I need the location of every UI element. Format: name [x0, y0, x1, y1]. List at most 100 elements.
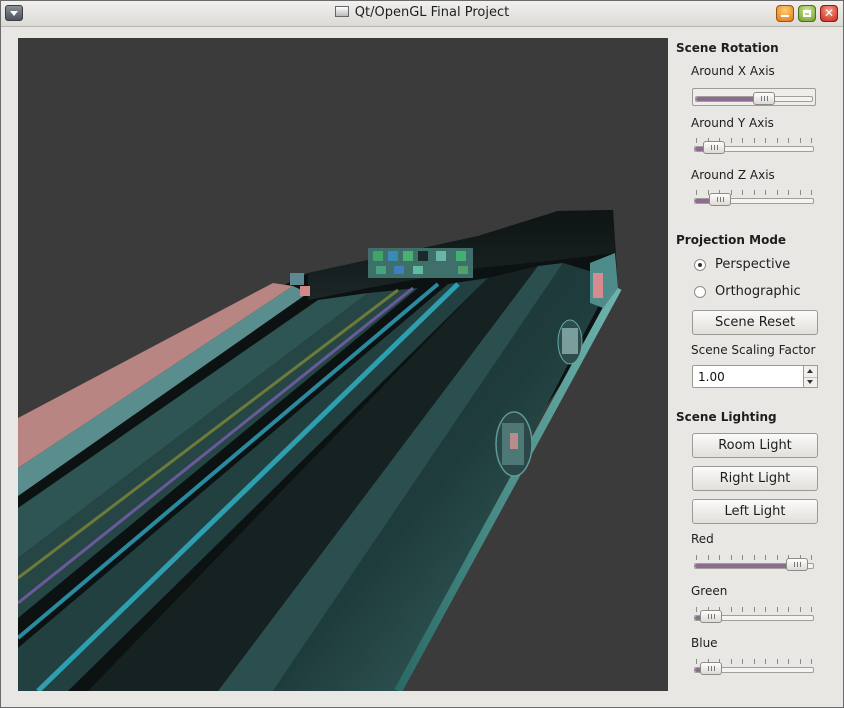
- scene-icon: [413, 266, 423, 274]
- left-light-button[interactable]: Left Light: [692, 499, 818, 524]
- radio-indicator-checked[interactable]: [694, 259, 706, 271]
- slider-tick: [776, 659, 778, 664]
- blue-slider[interactable]: [692, 659, 816, 679]
- scene-knob-2-mark: [510, 433, 518, 449]
- title-bar[interactable]: Qt/OpenGL Final Project ✕: [1, 1, 843, 27]
- slider-tick: [788, 607, 789, 612]
- slider-handle[interactable]: [752, 92, 775, 105]
- slider-tick: [765, 190, 766, 195]
- slider-tick: [811, 607, 812, 612]
- slider-tick: [753, 555, 755, 560]
- slider-tick: [730, 138, 732, 143]
- scene-reset-button[interactable]: Scene Reset: [692, 310, 818, 335]
- z-axis-label: Around Z Axis: [691, 168, 775, 182]
- slider-tick: [799, 607, 801, 612]
- right-light-button[interactable]: Right Light: [692, 466, 818, 491]
- scene-icon: [458, 266, 468, 274]
- perspective-radio[interactable]: Perspective: [694, 257, 834, 275]
- orthographic-radio[interactable]: Orthographic: [694, 284, 834, 302]
- slider-tick: [696, 607, 697, 612]
- slider-handle[interactable]: [708, 193, 731, 206]
- room-light-button[interactable]: Room Light: [692, 433, 818, 458]
- red-slider[interactable]: [692, 555, 816, 575]
- projection-mode-title: Projection Mode: [676, 233, 787, 247]
- slider-tick: [730, 659, 732, 664]
- slider-handle[interactable]: [699, 610, 722, 623]
- perspective-label: Perspective: [715, 257, 791, 272]
- scene-icon: [403, 251, 413, 261]
- slider-tick: [811, 555, 812, 560]
- slider-tick: [696, 555, 697, 560]
- slider-tick: [753, 607, 755, 612]
- radio-indicator[interactable]: [694, 286, 706, 298]
- scene-end-pink: [593, 273, 603, 298]
- slider-tick: [719, 555, 720, 560]
- scene-icon: [388, 251, 398, 261]
- opengl-viewport[interactable]: [18, 38, 668, 691]
- spin-down-icon[interactable]: [804, 377, 817, 388]
- slider-tick: [799, 138, 801, 143]
- slider-tick: [776, 190, 778, 195]
- slider-tick: [776, 138, 778, 143]
- slider-tick: [811, 659, 812, 664]
- slider-tick: [696, 190, 697, 195]
- x-axis-slider[interactable]: [692, 88, 816, 106]
- app-window: Qt/OpenGL Final Project ✕ Scene Rotation…: [0, 0, 844, 708]
- slider-tick: [753, 190, 755, 195]
- scene-icon: [456, 251, 466, 261]
- scene-icon: [300, 286, 310, 296]
- y-axis-label: Around Y Axis: [691, 116, 774, 130]
- slider-tick: [696, 138, 697, 143]
- maximize-icon[interactable]: [798, 5, 816, 22]
- slider-tick: [799, 659, 801, 664]
- slider-tick: [765, 555, 766, 560]
- title-area: Qt/OpenGL Final Project: [1, 5, 843, 20]
- scaling-factor-spinbox[interactable]: [692, 365, 818, 388]
- slider-handle[interactable]: [699, 662, 722, 675]
- slider-tick: [799, 190, 801, 195]
- slider-tick: [742, 607, 743, 612]
- slider-tick: [753, 659, 755, 664]
- slider-tick: [696, 659, 697, 664]
- blue-label: Blue: [691, 636, 718, 650]
- slider-tick: [742, 190, 743, 195]
- slider-tick: [788, 138, 789, 143]
- slider-tick: [788, 190, 789, 195]
- slider-tick: [730, 555, 732, 560]
- scene-icon: [394, 266, 404, 274]
- slider-tick: [765, 659, 766, 664]
- slider-tick: [765, 607, 766, 612]
- slider-tick: [730, 607, 732, 612]
- scene-icon: [290, 273, 304, 285]
- slider-tick: [742, 138, 743, 143]
- slider-handle[interactable]: [786, 558, 809, 571]
- slider-tick: [765, 138, 766, 143]
- z-axis-slider[interactable]: [692, 190, 816, 210]
- scene-icon: [418, 251, 428, 261]
- slider-handle[interactable]: [702, 141, 725, 154]
- slider-tick: [707, 555, 709, 560]
- orthographic-label: Orthographic: [715, 284, 801, 299]
- control-panel: Scene Rotation Around X Axis Around Y Ax…: [668, 31, 844, 701]
- y-axis-slider[interactable]: [692, 138, 816, 158]
- scene-icon: [373, 251, 383, 261]
- scene-rotation-title: Scene Rotation: [676, 41, 779, 55]
- slider-tick: [811, 138, 812, 143]
- slider-tick: [742, 659, 743, 664]
- green-slider[interactable]: [692, 607, 816, 627]
- scaling-factor-input[interactable]: [692, 365, 804, 388]
- slider-fill: [695, 564, 801, 568]
- minimize-icon[interactable]: [776, 5, 794, 22]
- rendered-scene: [18, 210, 622, 691]
- scene-knob-1-face: [562, 328, 578, 354]
- red-label: Red: [691, 532, 714, 546]
- close-icon[interactable]: ✕: [820, 5, 838, 22]
- spin-arrows: [804, 365, 818, 388]
- slider-tick: [776, 555, 778, 560]
- slider-tick: [753, 138, 755, 143]
- window-title: Qt/OpenGL Final Project: [354, 5, 510, 20]
- slider-tick: [811, 190, 812, 195]
- window-icon: [334, 6, 349, 17]
- scene-icon: [436, 251, 446, 261]
- slider-tick: [742, 555, 743, 560]
